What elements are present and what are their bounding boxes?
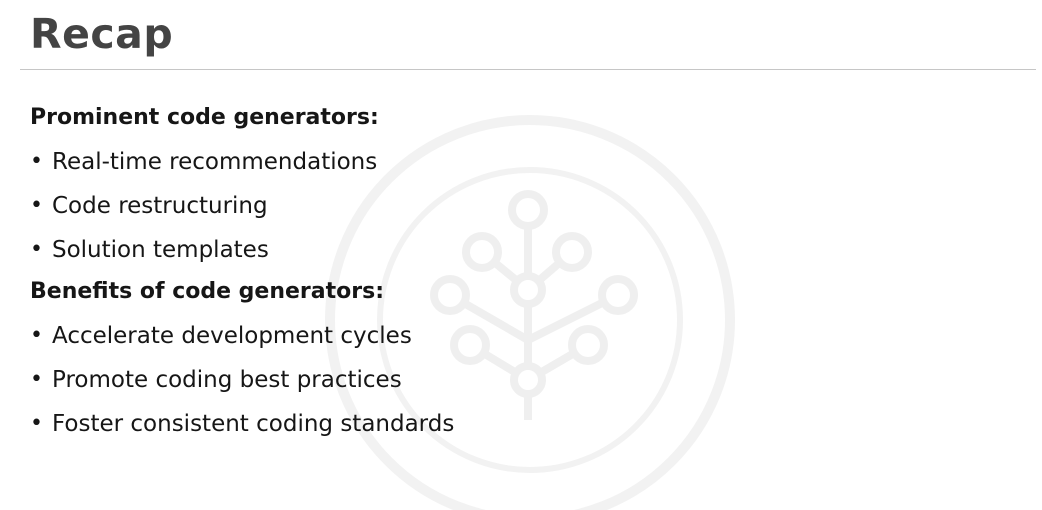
list-item: • Code restructuring [30,186,730,230]
bullet-icon: • [30,237,43,262]
list-item-text: Real-time recommendations [52,149,378,175]
title-divider [20,69,1036,70]
list-item-text: Solution templates [52,237,269,263]
list-item: • Accelerate development cycles [30,316,730,360]
section-benefits-of-code-generators: Benefits of code generators: • Accelerat… [30,274,730,448]
list-item-text: Promote coding best practices [52,367,402,393]
section-heading: Benefits of code generators: [30,279,384,304]
slide-title: Recap [30,10,174,58]
list-item: • Solution templates [30,230,730,274]
section-heading: Prominent code generators: [30,105,379,130]
bullet-icon: • [30,193,43,218]
list-item-text: Code restructuring [52,193,268,219]
list-item: • Foster consistent coding standards [30,404,730,448]
bullet-icon: • [30,149,43,174]
bullet-list: • Real-time recommendations • Code restr… [30,142,730,274]
slide-content: Prominent code generators: • Real-time r… [30,100,730,448]
slide: Recap Prominent code generators: • Real-… [0,0,1042,510]
bullet-list: • Accelerate development cycles • Promot… [30,316,730,448]
list-item-text: Accelerate development cycles [52,323,412,349]
bullet-icon: • [30,367,43,392]
list-item: • Real-time recommendations [30,142,730,186]
bullet-icon: • [30,323,43,348]
list-item-text: Foster consistent coding standards [52,411,455,437]
list-item: • Promote coding best practices [30,360,730,404]
section-prominent-code-generators: Prominent code generators: • Real-time r… [30,100,730,274]
bullet-icon: • [30,411,43,436]
